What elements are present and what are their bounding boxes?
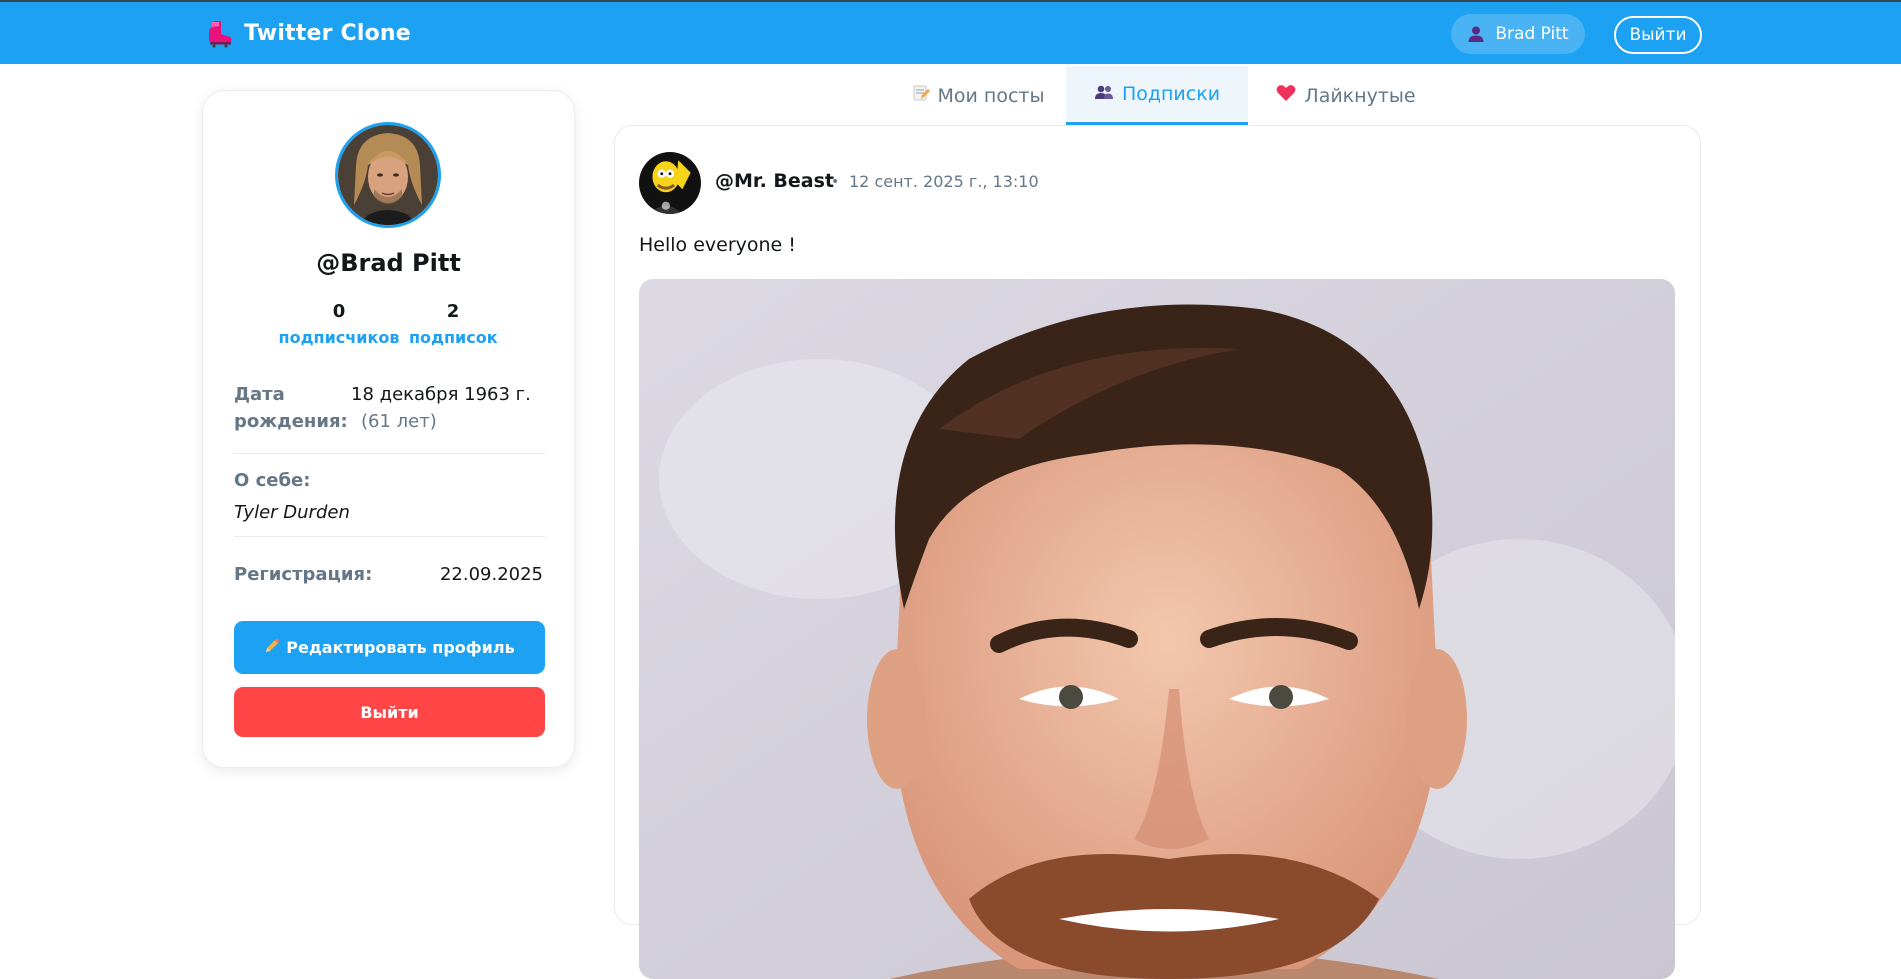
pencil-icon [264, 638, 280, 658]
birth-date-value: 18 декабря 1963 г. [351, 384, 531, 405]
memo-icon [912, 84, 930, 107]
followers-label: подписчиков [278, 328, 400, 347]
following-stat[interactable]: 2 подписок [409, 301, 498, 347]
post-author-avatar[interactable] [639, 152, 701, 214]
tab-subscriptions-label: Подписки [1121, 83, 1221, 105]
edit-profile-button[interactable]: Редактировать профиль [234, 621, 545, 674]
divider [234, 536, 545, 537]
separator-dot: • [831, 174, 840, 190]
edit-profile-label: Редактировать профиль [286, 638, 515, 657]
logout-button[interactable]: Выйти [1614, 16, 1702, 54]
registration-value: 22.09.2025 [439, 564, 543, 585]
divider [234, 453, 545, 454]
post-image[interactable] [639, 279, 1675, 979]
user-profile-chip[interactable]: Brad Pitt [1451, 14, 1585, 54]
tab-my-posts-label: Мои посты [937, 84, 1045, 107]
following-count: 2 [446, 301, 460, 322]
heart-icon [1276, 84, 1296, 107]
profile-logout-button[interactable]: Выйти [234, 687, 545, 737]
about-value: Tyler Durden [234, 502, 350, 523]
boot-logo-icon [209, 21, 232, 48]
tab-subscriptions[interactable]: Подписки [1066, 66, 1248, 125]
top-navbar: Twitter Clone Brad Pitt Выйти [0, 0, 1901, 64]
user-name: Brad Pitt [1495, 24, 1569, 44]
birth-age: (61 лет) [361, 411, 437, 432]
user-icon [1468, 26, 1484, 42]
tab-liked[interactable]: Лайкнутые [1248, 66, 1444, 125]
brand[interactable]: Twitter Clone [204, 18, 411, 48]
followers-count: 0 [332, 301, 346, 322]
about-label: О себе: [234, 470, 311, 491]
people-icon [1094, 83, 1114, 106]
profile-avatar [335, 122, 441, 228]
post-card: @Mr. Beast • 12 сент. 2025 г., 13:10 Hel… [614, 125, 1701, 979]
profile-card: @Brad Pitt 0 подписчиков 2 подписок Дата… [202, 90, 575, 768]
post-author-name[interactable]: @Mr. Beast [715, 170, 834, 192]
registration-label: Регистрация: [234, 564, 373, 585]
app-title: Twitter Clone [244, 20, 411, 46]
feed-tabs: Мои посты Подписки Лайкнутые [890, 66, 1444, 125]
post-timestamp: 12 сент. 2025 г., 13:10 [849, 172, 1039, 191]
profile-username: @Brad Pitt [316, 249, 461, 277]
tab-my-posts[interactable]: Мои посты [890, 66, 1066, 125]
post-text: Hello everyone ! [639, 234, 796, 256]
birth-date-label: Дата рождения: [234, 384, 348, 432]
followers-stat[interactable]: 0 подписчиков [277, 301, 401, 347]
tab-liked-label: Лайкнутые [1304, 84, 1416, 107]
following-label: подписок [409, 328, 498, 347]
